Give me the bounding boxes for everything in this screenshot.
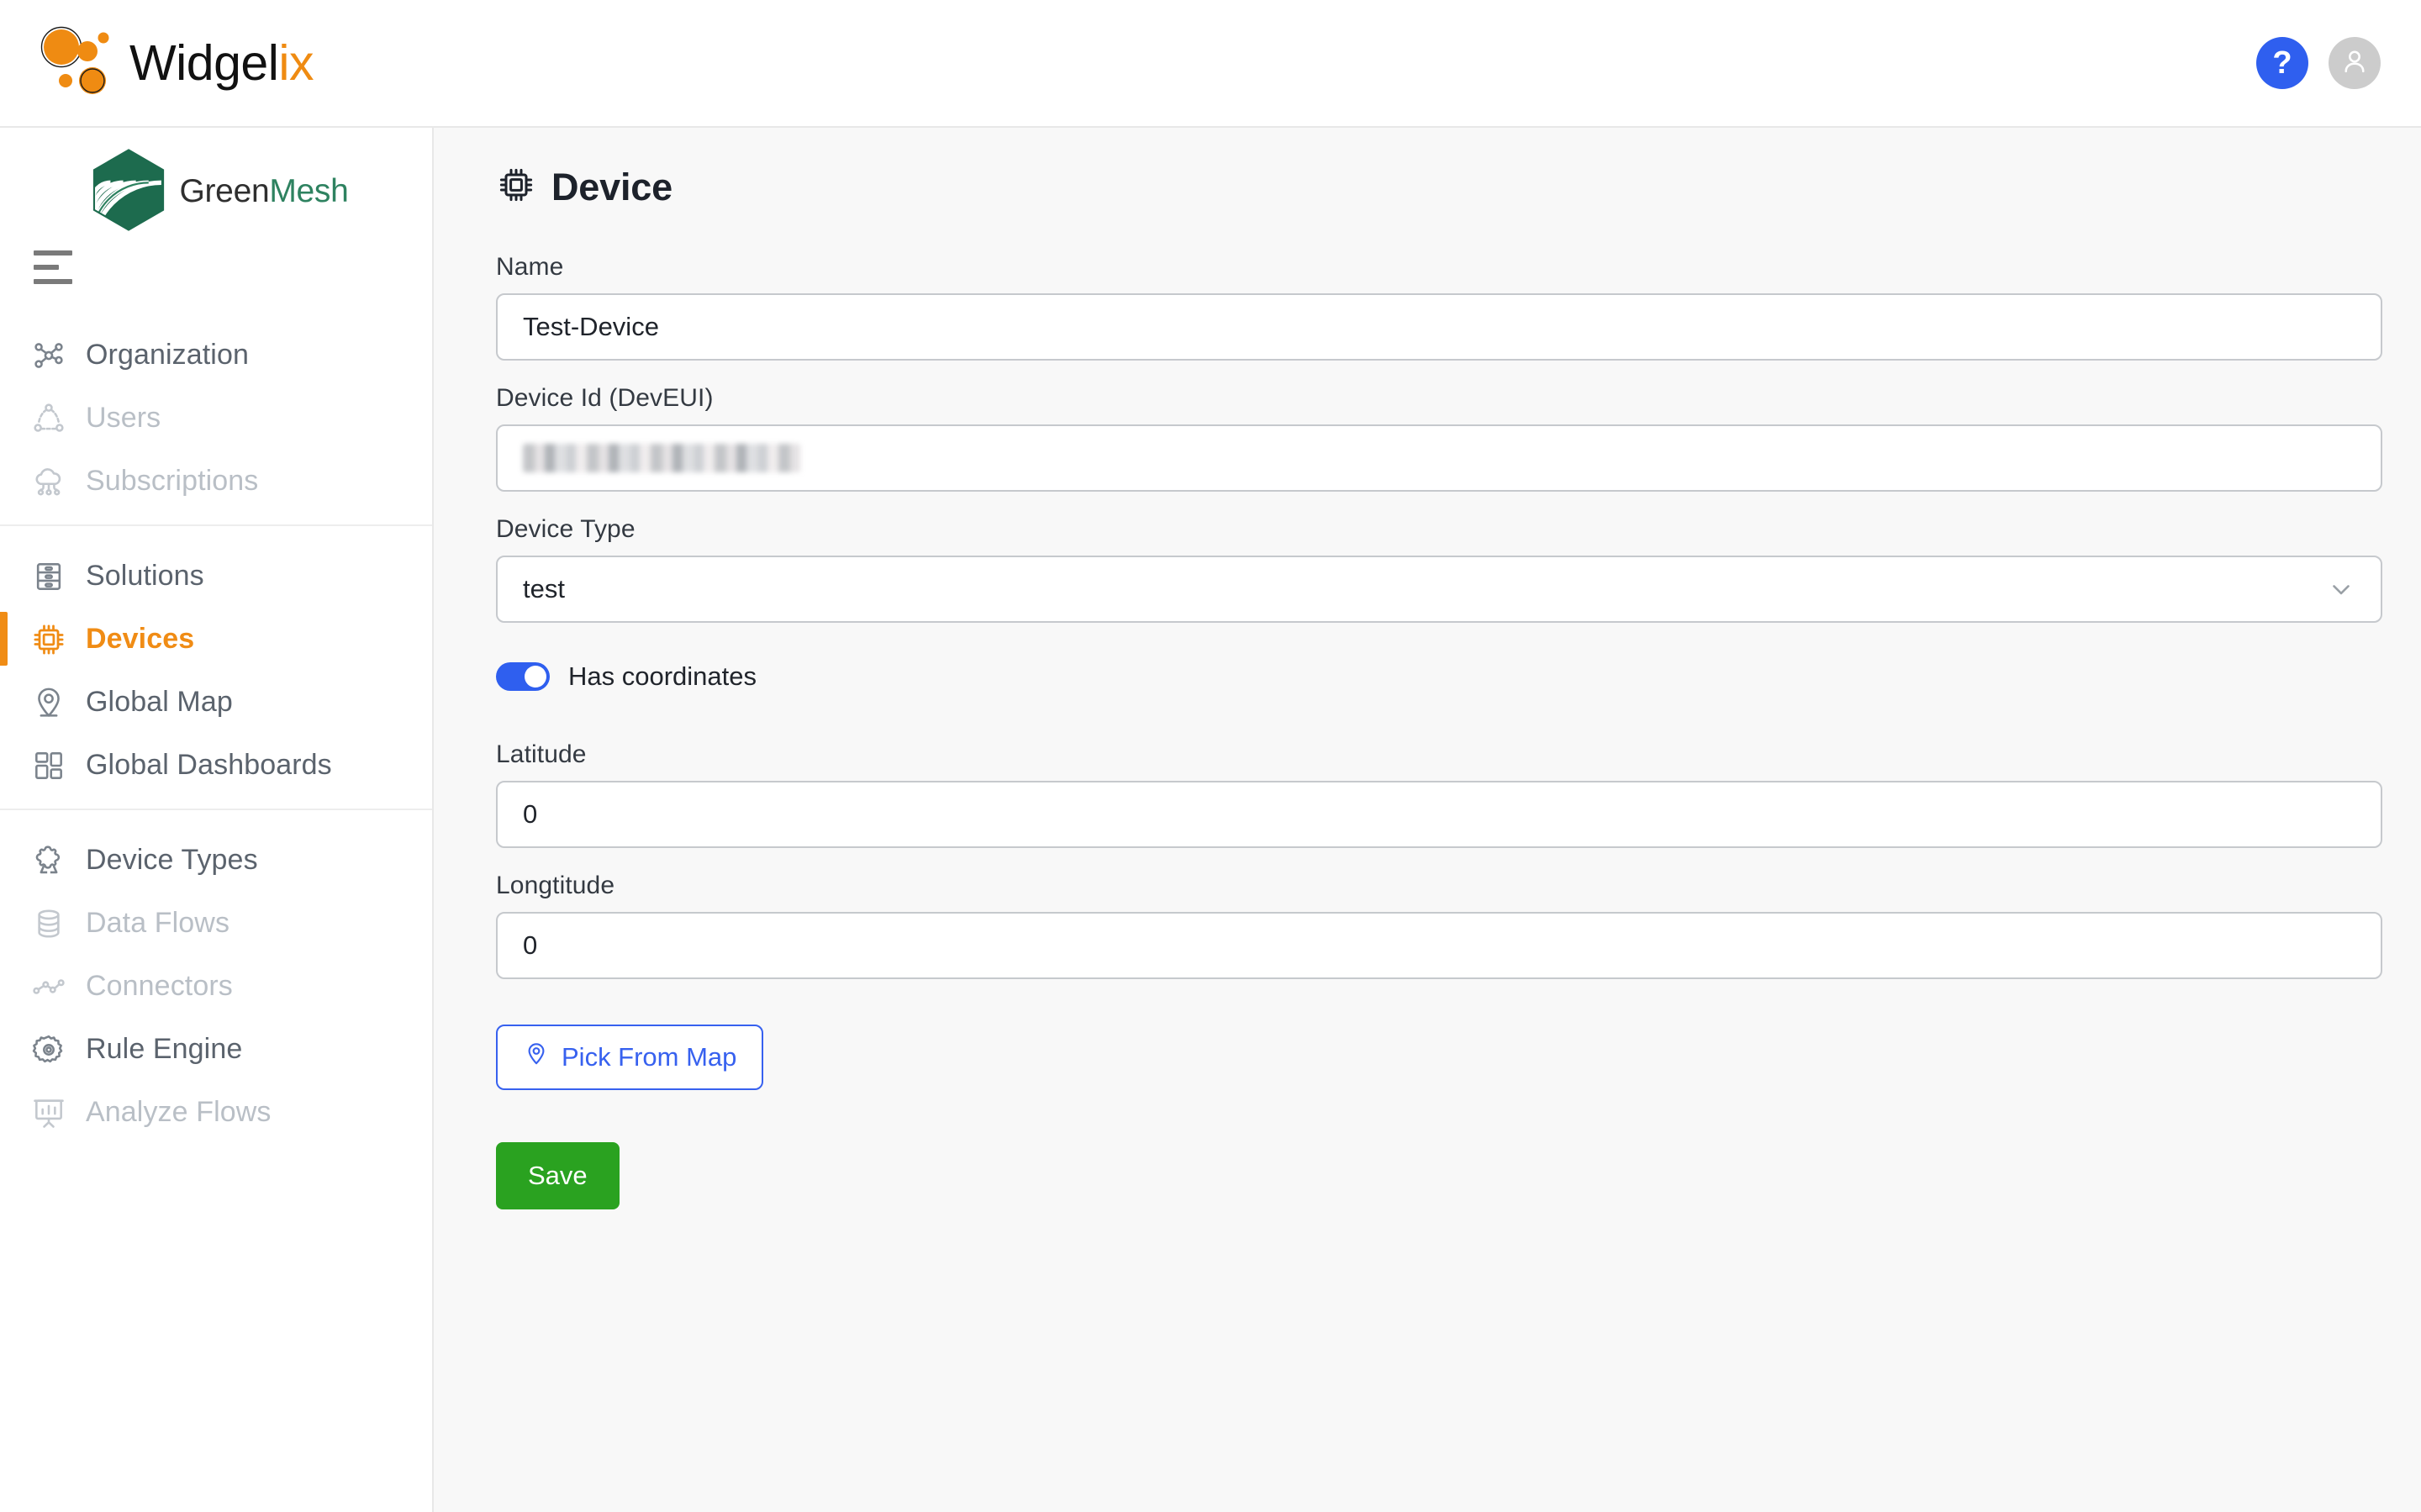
sidebar-item-label: Global Dashboards <box>86 749 332 782</box>
device-chip-icon <box>496 165 536 209</box>
nav-group-admin: Organization Users <box>0 319 432 524</box>
sidebar-item-label: Organization <box>86 339 249 371</box>
field-device-id: Device Id (DevEUI) <box>496 384 2359 492</box>
brand: Widgelix <box>34 19 314 107</box>
device-chip-icon <box>30 621 67 658</box>
greenmesh-hex-logo-icon <box>83 145 174 240</box>
device-id-input[interactable] <box>496 424 2382 492</box>
page-header: Device <box>434 165 2421 209</box>
avatar[interactable] <box>2329 37 2381 89</box>
sidebar-item-label: Analyze Flows <box>86 1096 272 1129</box>
help-button[interactable]: ? <box>2256 37 2308 89</box>
save-button-label: Save <box>528 1161 588 1191</box>
hamburger-line <box>34 265 59 270</box>
chevron-down-icon <box>2327 575 2355 603</box>
org-logo: GreenMesh <box>83 145 348 240</box>
sidebar-item-label: Connectors <box>86 970 233 1003</box>
sidebar-item-global-dashboards[interactable]: Global Dashboards <box>0 734 432 797</box>
connectors-line-icon <box>30 968 67 1005</box>
sidebar-item-organization[interactable]: Organization <box>0 324 432 387</box>
sidebar-item-label: Device Types <box>86 844 258 877</box>
device-type-select[interactable]: test <box>496 556 2382 623</box>
map-pin-icon <box>523 1040 550 1074</box>
question-mark-icon: ? <box>2272 45 2292 82</box>
longitude-input[interactable]: 0 <box>496 912 2382 979</box>
top-bar: Widgelix ? <box>0 0 2421 128</box>
dashboard-grid-icon <box>30 747 67 784</box>
field-latitude: Latitude 0 <box>496 740 2359 848</box>
has-coordinates-label: Has coordinates <box>568 661 757 692</box>
sidebar-item-global-map[interactable]: Global Map <box>0 671 432 734</box>
app-root: Widgelix ? <box>0 0 2421 1512</box>
sidebar-item-rule-engine[interactable]: Rule Engine <box>0 1018 432 1081</box>
device-form: Name Test-Device Device Id (DevEUI) Devi… <box>434 253 2421 1209</box>
field-device-type: Device Type test <box>496 515 2359 623</box>
has-coordinates-toggle[interactable] <box>496 662 550 691</box>
name-input-value: Test-Device <box>523 312 659 342</box>
latitude-input-value: 0 <box>523 799 537 830</box>
save-button[interactable]: Save <box>496 1142 620 1209</box>
field-name: Name Test-Device <box>496 253 2359 361</box>
solutions-stack-icon <box>30 558 67 595</box>
org-logo-wrap: GreenMesh <box>0 128 432 237</box>
toggle-knob <box>525 666 546 688</box>
device-type-value: test <box>523 574 565 604</box>
sidebar-item-label: Subscriptions <box>86 465 258 498</box>
device-type-label: Device Type <box>496 515 2359 544</box>
sidebar-item-device-types[interactable]: Device Types <box>0 829 432 892</box>
database-icon <box>30 905 67 942</box>
nav-group-tools: Device Types Data Flows <box>0 809 432 1156</box>
org-name-part2: Mesh <box>269 173 348 209</box>
org-name: GreenMesh <box>179 173 348 210</box>
sidebar-item-subscriptions: Subscriptions <box>0 450 432 513</box>
latitude-label: Latitude <box>496 740 2359 769</box>
organization-network-icon <box>30 337 67 374</box>
map-pin-icon <box>30 684 67 721</box>
field-longitude: Longtitude 0 <box>496 872 2359 979</box>
device-id-redacted-value <box>523 444 800 472</box>
has-coordinates-row: Has coordinates <box>496 661 2359 692</box>
top-bar-actions: ? <box>2256 37 2381 89</box>
users-group-icon <box>30 400 67 437</box>
name-label: Name <box>496 253 2359 282</box>
pick-from-map-button[interactable]: Pick From Map <box>496 1025 763 1090</box>
main-content: Device Name Test-Device Device Id (DevEU… <box>434 128 2421 1512</box>
sidebar-item-label: Users <box>86 402 161 435</box>
nav-group-platform: Solutions Devices <box>0 524 432 809</box>
widgelix-dots-logo-icon <box>34 19 121 107</box>
sidebar-item-users: Users <box>0 387 432 450</box>
sidebar-item-label: Data Flows <box>86 907 229 940</box>
brand-title-accent: ix <box>278 35 314 91</box>
sidebar-item-data-flows: Data Flows <box>0 892 432 955</box>
latitude-input[interactable]: 0 <box>496 781 2382 848</box>
gear-icon <box>30 1031 67 1068</box>
brand-title-dark: Widgel <box>129 35 278 91</box>
hamburger-line <box>34 279 72 284</box>
sidebar-item-solutions[interactable]: Solutions <box>0 545 432 608</box>
sidebar-item-connectors: Connectors <box>0 955 432 1018</box>
longitude-input-value: 0 <box>523 930 537 961</box>
sidebar-item-label: Rule Engine <box>86 1033 242 1066</box>
sidebar-item-label: Devices <box>86 623 194 656</box>
user-avatar-icon <box>2339 45 2371 82</box>
brand-title: Widgelix <box>129 34 314 92</box>
cloud-subscriptions-icon <box>30 463 67 500</box>
sidebar-item-devices[interactable]: Devices <box>0 608 432 671</box>
page-title: Device <box>551 166 672 209</box>
device-id-label: Device Id (DevEUI) <box>496 384 2359 413</box>
name-input[interactable]: Test-Device <box>496 293 2382 361</box>
hamburger-line <box>34 250 72 256</box>
pick-from-map-label: Pick From Map <box>562 1042 736 1072</box>
body: GreenMesh <box>0 128 2421 1512</box>
sidebar-item-label: Solutions <box>86 560 204 593</box>
sidebar-item-label: Global Map <box>86 686 233 719</box>
sidebar: GreenMesh <box>0 128 434 1512</box>
hamburger-menu-icon[interactable] <box>0 237 92 319</box>
analytics-board-icon <box>30 1094 67 1131</box>
longitude-label: Longtitude <box>496 872 2359 900</box>
puzzle-piece-icon <box>30 842 67 879</box>
sidebar-item-analyze-flows: Analyze Flows <box>0 1081 432 1144</box>
org-name-part1: Green <box>179 173 269 209</box>
